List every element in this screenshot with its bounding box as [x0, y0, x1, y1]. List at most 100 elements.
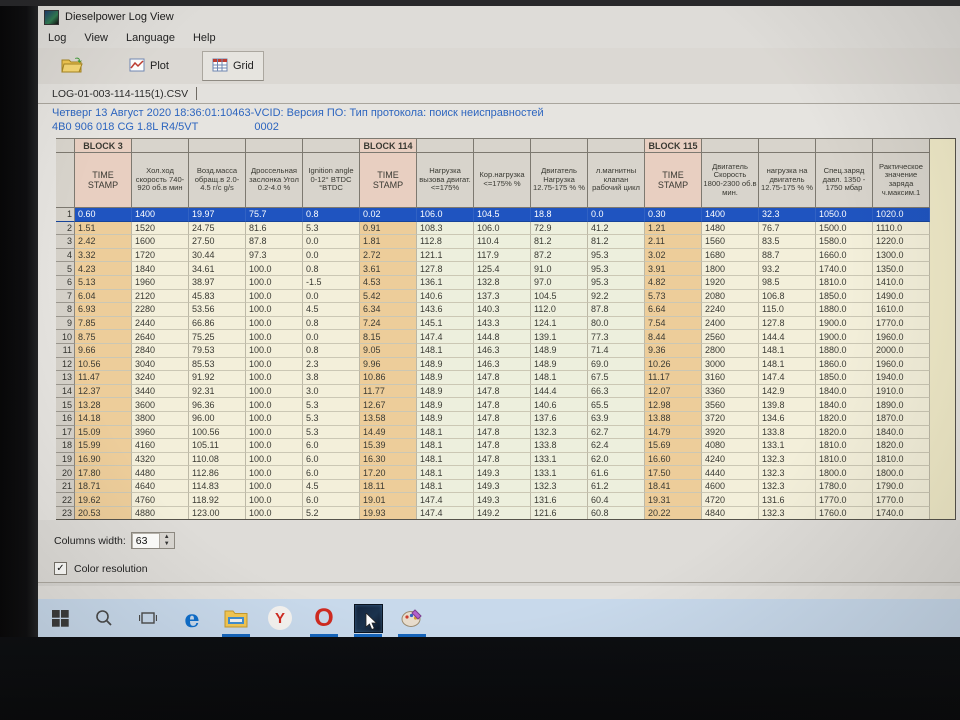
yandex-button[interactable]: Y: [258, 599, 302, 637]
cell[interactable]: 2240: [702, 303, 759, 317]
column-header[interactable]: Дроссельная заслонка Угол 0.2-4.0 %: [246, 153, 303, 208]
cell[interactable]: 1840.0: [816, 398, 873, 412]
row-number[interactable]: 10: [56, 330, 75, 344]
cell[interactable]: 5.42: [360, 289, 417, 304]
cell[interactable]: 7.24: [360, 316, 417, 331]
cell[interactable]: 148.9: [531, 357, 588, 372]
cell[interactable]: 1770.0: [873, 316, 930, 331]
row-number[interactable]: 16: [56, 411, 75, 426]
cell[interactable]: 3800: [132, 411, 189, 426]
cell[interactable]: 20.22: [645, 507, 702, 519]
cell[interactable]: 1680: [702, 248, 759, 263]
cell[interactable]: 14.49: [360, 425, 417, 440]
opera-button[interactable]: O: [302, 599, 346, 637]
cell[interactable]: 5.3: [303, 221, 360, 236]
cell[interactable]: 96.00: [189, 411, 246, 426]
cell[interactable]: 144.4: [759, 330, 816, 344]
cell[interactable]: 0.30: [645, 208, 702, 222]
cell[interactable]: 6.0: [303, 439, 360, 453]
table-row[interactable]: 5 4.23 1840 34.61 100.0 0.8 3.61 127.8 125.4 91.0…: [56, 262, 930, 276]
cell[interactable]: 4760: [132, 493, 189, 508]
cell[interactable]: 60.4: [588, 493, 645, 508]
cell[interactable]: 93.2: [759, 262, 816, 276]
cell[interactable]: 5.13: [75, 275, 132, 290]
cell[interactable]: 100.0: [246, 411, 303, 426]
table-row[interactable]: 22 19.62 4760 118.92 100.0 6.0 19.01 147.4 149.3…: [56, 493, 930, 508]
cell[interactable]: 13.28: [75, 398, 132, 412]
cell[interactable]: 124.1: [531, 316, 588, 331]
cell[interactable]: 100.0: [246, 425, 303, 440]
cell[interactable]: 38.97: [189, 275, 246, 290]
cell[interactable]: 127.8: [759, 316, 816, 331]
cell[interactable]: 3.91: [645, 262, 702, 276]
table-row[interactable]: 1 0.60 1400 19.97 75.7 0.8 0.02 106.0 104.5 18.8 0…: [56, 208, 930, 222]
cell[interactable]: 32.3: [759, 208, 816, 222]
cell[interactable]: 20.53: [75, 507, 132, 519]
cell[interactable]: 100.0: [246, 275, 303, 290]
cell[interactable]: 4600: [702, 479, 759, 494]
cell[interactable]: 1800.0: [873, 466, 930, 480]
cell[interactable]: 1860.0: [816, 357, 873, 372]
cell[interactable]: 95.3: [588, 275, 645, 290]
edge-button[interactable]: e: [170, 599, 214, 637]
cell[interactable]: 3000: [702, 357, 759, 372]
menu-item-help[interactable]: Help: [193, 32, 216, 44]
cell[interactable]: 2560: [702, 330, 759, 344]
cell[interactable]: 4.5: [303, 479, 360, 494]
cell[interactable]: 2440: [132, 316, 189, 331]
cell[interactable]: 1400: [132, 208, 189, 222]
cell[interactable]: 148.9: [417, 411, 474, 426]
cell[interactable]: 132.3: [531, 425, 588, 440]
cell[interactable]: 85.53: [189, 357, 246, 372]
cell[interactable]: 114.83: [189, 479, 246, 494]
cell[interactable]: 1110.0: [873, 221, 930, 236]
cell[interactable]: 1810.0: [816, 439, 873, 453]
cell[interactable]: 147.4: [417, 330, 474, 344]
table-row[interactable]: 10 8.75 2640 75.25 100.0 0.0 8.15 147.4 144.8 139…: [56, 330, 930, 344]
row-number[interactable]: 6: [56, 275, 75, 290]
spinner-down-icon[interactable]: ▼: [160, 541, 174, 549]
cell[interactable]: 1300.0: [873, 248, 930, 263]
cell[interactable]: 8.15: [360, 330, 417, 344]
cell[interactable]: 140.6: [531, 398, 588, 412]
cell[interactable]: 16.90: [75, 452, 132, 467]
table-row[interactable]: 12 10.56 3040 85.53 100.0 2.3 9.96 148.9 146.3 14…: [56, 357, 930, 372]
cell[interactable]: 1890.0: [873, 398, 930, 412]
cell[interactable]: 147.4: [417, 493, 474, 508]
cell[interactable]: 1050.0: [816, 208, 873, 222]
cell[interactable]: 125.4: [474, 262, 531, 276]
row-number[interactable]: 17: [56, 425, 75, 440]
table-row[interactable]: 6 5.13 1960 38.97 100.0 -1.5 4.53 136.1 132.8 97.…: [56, 275, 930, 290]
cell[interactable]: 6.64: [645, 303, 702, 317]
plot-button[interactable]: Plot: [120, 52, 178, 80]
cell[interactable]: 1810.0: [816, 452, 873, 467]
cell[interactable]: 148.1: [417, 452, 474, 467]
cell[interactable]: 15.69: [645, 439, 702, 453]
cell[interactable]: 9.36: [645, 343, 702, 358]
cell[interactable]: 140.3: [474, 303, 531, 317]
cell[interactable]: 10.56: [75, 357, 132, 372]
cell[interactable]: 1660.0: [816, 248, 873, 263]
cell[interactable]: 18.41: [645, 479, 702, 494]
cell[interactable]: 62.0: [588, 452, 645, 467]
cell[interactable]: 63.9: [588, 411, 645, 426]
cell[interactable]: 67.5: [588, 371, 645, 385]
cell[interactable]: 112.0: [531, 303, 588, 317]
menu-item-log[interactable]: Log: [48, 32, 66, 44]
cell[interactable]: 77.3: [588, 330, 645, 344]
table-row[interactable]: 18 15.99 4160 105.11 100.0 6.0 15.39 148.1 147.8…: [56, 439, 930, 453]
cell[interactable]: 6.0: [303, 452, 360, 467]
cell[interactable]: 6.93: [75, 303, 132, 317]
cell[interactable]: 1350.0: [873, 262, 930, 276]
cell[interactable]: 1880.0: [816, 303, 873, 317]
cell[interactable]: 19.97: [189, 208, 246, 222]
cell[interactable]: 134.6: [759, 411, 816, 426]
cell[interactable]: 72.9: [531, 221, 588, 236]
cell[interactable]: 15.09: [75, 425, 132, 440]
cell[interactable]: 1.81: [360, 235, 417, 249]
cell[interactable]: 6.0: [303, 493, 360, 508]
cell[interactable]: 3560: [702, 398, 759, 412]
cell[interactable]: 0.8: [303, 343, 360, 358]
cell[interactable]: 2.72: [360, 248, 417, 263]
row-number[interactable]: 9: [56, 316, 75, 331]
